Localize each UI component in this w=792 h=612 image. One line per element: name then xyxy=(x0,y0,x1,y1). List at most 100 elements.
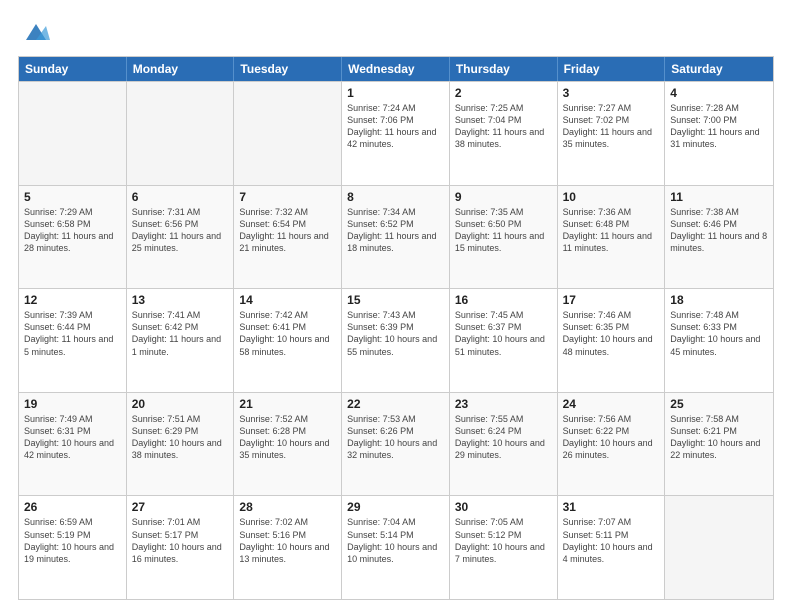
day-info: Sunrise: 7:43 AM Sunset: 6:39 PM Dayligh… xyxy=(347,309,444,358)
day-info: Sunrise: 7:35 AM Sunset: 6:50 PM Dayligh… xyxy=(455,206,552,255)
day-info: Sunrise: 7:52 AM Sunset: 6:28 PM Dayligh… xyxy=(239,413,336,462)
calendar-cell: 3 Sunrise: 7:27 AM Sunset: 7:02 PM Daylig… xyxy=(558,82,666,185)
day-info: Sunrise: 7:04 AM Sunset: 5:14 PM Dayligh… xyxy=(347,516,444,565)
day-number: 18 xyxy=(670,293,768,307)
day-number: 24 xyxy=(563,397,660,411)
day-number: 5 xyxy=(24,190,121,204)
weekday-header: Monday xyxy=(127,57,235,81)
day-number: 10 xyxy=(563,190,660,204)
day-number: 23 xyxy=(455,397,552,411)
calendar-body: 1Sunrise: 7:24 AM Sunset: 7:06 PM Daylig… xyxy=(19,81,773,599)
day-number: 26 xyxy=(24,500,121,514)
weekday-header: Sunday xyxy=(19,57,127,81)
day-info: Sunrise: 7:38 AM Sunset: 6:46 PM Dayligh… xyxy=(670,206,768,255)
calendar-row: 5 Sunrise: 7:29 AM Sunset: 6:58 PM Daylig… xyxy=(19,185,773,289)
calendar: SundayMondayTuesdayWednesdayThursdayFrid… xyxy=(18,56,774,600)
day-number: 28 xyxy=(239,500,336,514)
calendar-cell: 24 Sunrise: 7:56 AM Sunset: 6:22 PM Dayli… xyxy=(558,393,666,496)
calendar-cell: 15Sunrise: 7:43 AM Sunset: 6:39 PM Dayli… xyxy=(342,289,450,392)
day-number: 12 xyxy=(24,293,121,307)
day-number: 27 xyxy=(132,500,229,514)
day-info: Sunrise: 6:59 AM Sunset: 5:19 PM Dayligh… xyxy=(24,516,121,565)
calendar-cell: 28 Sunrise: 7:02 AM Sunset: 5:16 PM Dayli… xyxy=(234,496,342,599)
calendar-cell: 8 Sunrise: 7:34 AM Sunset: 6:52 PM Daylig… xyxy=(342,186,450,289)
day-number: 13 xyxy=(132,293,229,307)
calendar-cell xyxy=(19,82,127,185)
day-info: Sunrise: 7:02 AM Sunset: 5:16 PM Dayligh… xyxy=(239,516,336,565)
weekday-header: Wednesday xyxy=(342,57,450,81)
day-info: Sunrise: 7:41 AM Sunset: 6:42 PM Dayligh… xyxy=(132,309,229,358)
calendar-cell: 7 Sunrise: 7:32 AM Sunset: 6:54 PM Daylig… xyxy=(234,186,342,289)
day-info: Sunrise: 7:53 AM Sunset: 6:26 PM Dayligh… xyxy=(347,413,444,462)
calendar-row: 12 Sunrise: 7:39 AM Sunset: 6:44 PM Dayli… xyxy=(19,288,773,392)
day-info: Sunrise: 7:55 AM Sunset: 6:24 PM Dayligh… xyxy=(455,413,552,462)
header xyxy=(18,18,774,46)
day-info: Sunrise: 7:36 AM Sunset: 6:48 PM Dayligh… xyxy=(563,206,660,255)
day-info: Sunrise: 7:51 AM Sunset: 6:29 PM Dayligh… xyxy=(132,413,229,462)
day-info: Sunrise: 7:56 AM Sunset: 6:22 PM Dayligh… xyxy=(563,413,660,462)
day-info: Sunrise: 7:39 AM Sunset: 6:44 PM Dayligh… xyxy=(24,309,121,358)
calendar-cell: 22 Sunrise: 7:53 AM Sunset: 6:26 PM Dayli… xyxy=(342,393,450,496)
calendar-cell: 5 Sunrise: 7:29 AM Sunset: 6:58 PM Daylig… xyxy=(19,186,127,289)
day-number: 14 xyxy=(239,293,336,307)
weekday-header: Friday xyxy=(558,57,666,81)
day-number: 20 xyxy=(132,397,229,411)
day-info: Sunrise: 7:49 AM Sunset: 6:31 PM Dayligh… xyxy=(24,413,121,462)
day-number: 9 xyxy=(455,190,552,204)
day-info: Sunrise: 7:29 AM Sunset: 6:58 PM Dayligh… xyxy=(24,206,121,255)
day-info: Sunrise: 7:48 AM Sunset: 6:33 PM Dayligh… xyxy=(670,309,768,358)
calendar-cell: 25 Sunrise: 7:58 AM Sunset: 6:21 PM Dayli… xyxy=(665,393,773,496)
calendar-cell: 21 Sunrise: 7:52 AM Sunset: 6:28 PM Dayli… xyxy=(234,393,342,496)
day-info: Sunrise: 7:25 AM Sunset: 7:04 PM Dayligh… xyxy=(455,102,552,151)
day-number: 21 xyxy=(239,397,336,411)
day-info: Sunrise: 7:34 AM Sunset: 6:52 PM Dayligh… xyxy=(347,206,444,255)
calendar-cell xyxy=(665,496,773,599)
calendar-cell: 17Sunrise: 7:46 AM Sunset: 6:35 PM Dayli… xyxy=(558,289,666,392)
calendar-header: SundayMondayTuesdayWednesdayThursdayFrid… xyxy=(19,57,773,81)
calendar-row: 1Sunrise: 7:24 AM Sunset: 7:06 PM Daylig… xyxy=(19,81,773,185)
day-info: Sunrise: 7:07 AM Sunset: 5:11 PM Dayligh… xyxy=(563,516,660,565)
day-number: 30 xyxy=(455,500,552,514)
day-info: Sunrise: 7:58 AM Sunset: 6:21 PM Dayligh… xyxy=(670,413,768,462)
calendar-cell: 11 Sunrise: 7:38 AM Sunset: 6:46 PM Dayli… xyxy=(665,186,773,289)
day-number: 8 xyxy=(347,190,444,204)
day-number: 31 xyxy=(563,500,660,514)
logo xyxy=(18,18,50,46)
calendar-cell: 12 Sunrise: 7:39 AM Sunset: 6:44 PM Dayli… xyxy=(19,289,127,392)
day-info: Sunrise: 7:46 AM Sunset: 6:35 PM Dayligh… xyxy=(563,309,660,358)
calendar-cell: 23 Sunrise: 7:55 AM Sunset: 6:24 PM Dayli… xyxy=(450,393,558,496)
day-number: 4 xyxy=(670,86,768,100)
day-number: 19 xyxy=(24,397,121,411)
calendar-cell xyxy=(234,82,342,185)
calendar-cell: 16Sunrise: 7:45 AM Sunset: 6:37 PM Dayli… xyxy=(450,289,558,392)
calendar-row: 26 Sunrise: 6:59 AM Sunset: 5:19 PM Dayli… xyxy=(19,495,773,599)
day-number: 22 xyxy=(347,397,444,411)
day-info: Sunrise: 7:27 AM Sunset: 7:02 PM Dayligh… xyxy=(563,102,660,151)
calendar-cell: 1Sunrise: 7:24 AM Sunset: 7:06 PM Daylig… xyxy=(342,82,450,185)
day-number: 11 xyxy=(670,190,768,204)
day-number: 7 xyxy=(239,190,336,204)
calendar-cell: 10 Sunrise: 7:36 AM Sunset: 6:48 PM Dayli… xyxy=(558,186,666,289)
calendar-cell: 27 Sunrise: 7:01 AM Sunset: 5:17 PM Dayli… xyxy=(127,496,235,599)
day-number: 3 xyxy=(563,86,660,100)
day-info: Sunrise: 7:01 AM Sunset: 5:17 PM Dayligh… xyxy=(132,516,229,565)
calendar-row: 19 Sunrise: 7:49 AM Sunset: 6:31 PM Dayli… xyxy=(19,392,773,496)
page: SundayMondayTuesdayWednesdayThursdayFrid… xyxy=(0,0,792,612)
weekday-header: Thursday xyxy=(450,57,558,81)
calendar-cell: 19 Sunrise: 7:49 AM Sunset: 6:31 PM Dayli… xyxy=(19,393,127,496)
day-number: 2 xyxy=(455,86,552,100)
calendar-cell: 13 Sunrise: 7:41 AM Sunset: 6:42 PM Dayli… xyxy=(127,289,235,392)
calendar-cell: 14Sunrise: 7:42 AM Sunset: 6:41 PM Dayli… xyxy=(234,289,342,392)
calendar-cell: 2 Sunrise: 7:25 AM Sunset: 7:04 PM Daylig… xyxy=(450,82,558,185)
calendar-cell: 26 Sunrise: 6:59 AM Sunset: 5:19 PM Dayli… xyxy=(19,496,127,599)
calendar-cell: 18 Sunrise: 7:48 AM Sunset: 6:33 PM Dayli… xyxy=(665,289,773,392)
calendar-cell xyxy=(127,82,235,185)
day-info: Sunrise: 7:32 AM Sunset: 6:54 PM Dayligh… xyxy=(239,206,336,255)
day-info: Sunrise: 7:28 AM Sunset: 7:00 PM Dayligh… xyxy=(670,102,768,151)
day-info: Sunrise: 7:05 AM Sunset: 5:12 PM Dayligh… xyxy=(455,516,552,565)
day-number: 16 xyxy=(455,293,552,307)
day-number: 25 xyxy=(670,397,768,411)
logo-icon xyxy=(22,18,50,46)
day-number: 1 xyxy=(347,86,444,100)
weekday-header: Tuesday xyxy=(234,57,342,81)
